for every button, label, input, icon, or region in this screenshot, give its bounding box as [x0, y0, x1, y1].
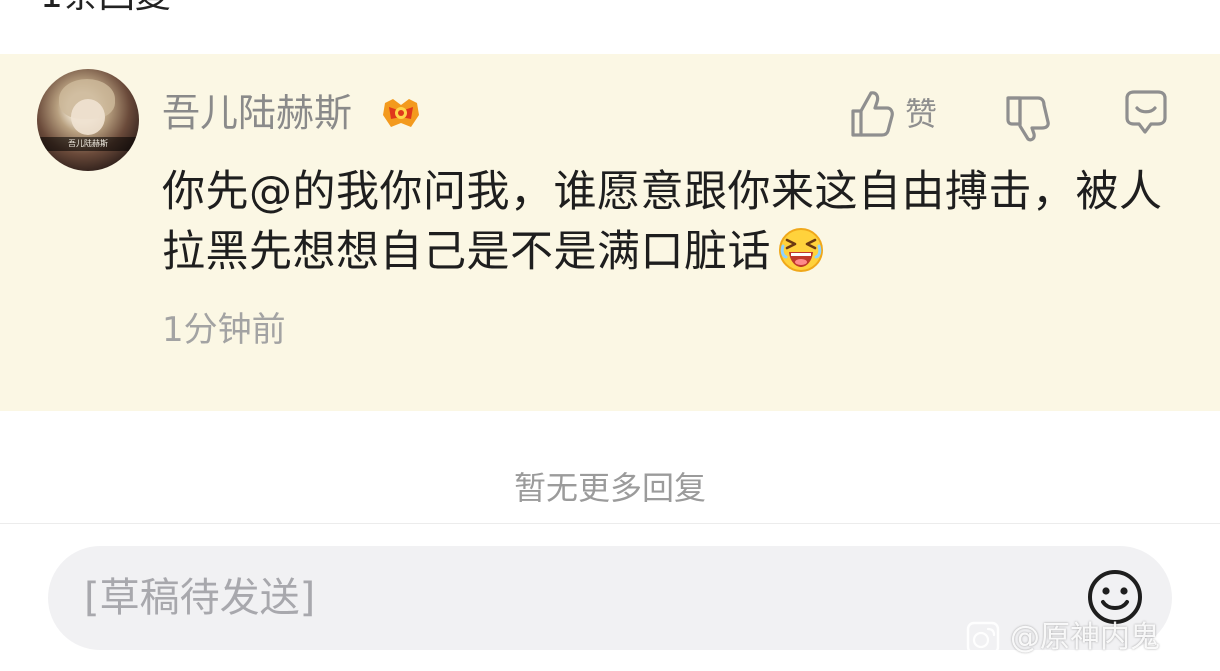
comment-time: 1分钟前: [162, 310, 286, 350]
reply-bubble-icon[interactable]: [1121, 88, 1171, 138]
no-more-replies-text: 暂无更多回复: [513, 469, 706, 507]
thumbs-down-icon[interactable]: [1004, 92, 1052, 142]
divider: [0, 523, 1220, 524]
like-button[interactable]: 赞: [849, 86, 937, 142]
comment-card: 吾儿陆赫斯 吾儿陆赫斯 赞 你先@的我你问我，谁愿意跟你来这自由搏击，被人拉黑先…: [0, 54, 1220, 411]
reply-count-text: 1条回复: [40, 0, 171, 14]
previous-section: 1条回复: [0, 0, 1220, 54]
username[interactable]: 吾儿陆赫斯: [162, 91, 352, 135]
input-placeholder: [草稿待发送]: [84, 575, 316, 621]
level-badge-icon: [383, 99, 419, 127]
like-label: 赞: [905, 95, 938, 133]
comment-text-content: 你先@的我你问我，谁愿意跟你来这自由搏击，被人拉黑先想想自己是不是满口脏话: [162, 167, 1163, 277]
avatar[interactable]: 吾儿陆赫斯: [37, 69, 139, 171]
weibo-logo-icon: [966, 621, 1000, 655]
laughing-emoji-icon: [779, 228, 823, 272]
thumbs-up-icon: [851, 91, 894, 137]
watermark: @原神内鬼: [966, 618, 1160, 658]
avatar-banner-text: 吾儿陆赫斯: [37, 137, 139, 151]
watermark-text: @原神内鬼: [1010, 620, 1160, 655]
comment-text: 你先@的我你问我，谁愿意跟你来这自由搏击，被人拉黑先想想自己是不是满口脏话: [162, 162, 1182, 282]
